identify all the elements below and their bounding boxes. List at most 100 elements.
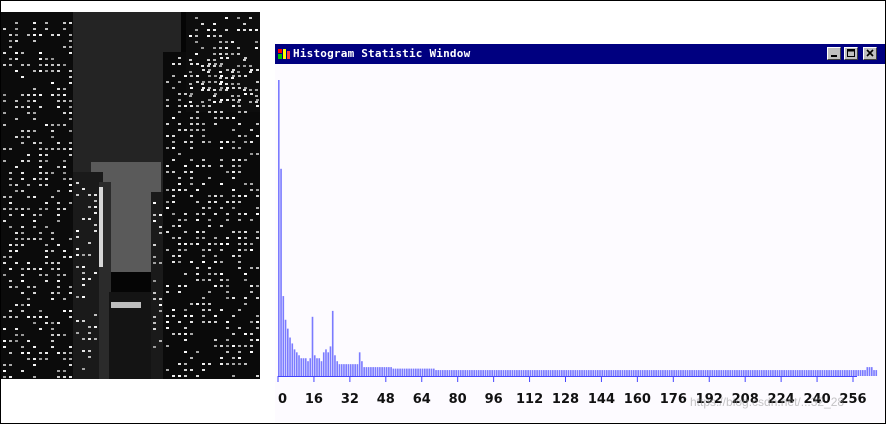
- window-light: [249, 17, 252, 19]
- window-light: [27, 316, 30, 318]
- maximize-button[interactable]: [844, 47, 858, 60]
- window-light: [208, 141, 211, 143]
- window-light: [226, 285, 229, 287]
- window-light: [238, 249, 241, 251]
- histogram-bar: [619, 370, 622, 376]
- window-light: [3, 160, 6, 162]
- window-light: [9, 352, 12, 354]
- city-night-photo: [1, 12, 260, 379]
- window-light: [45, 262, 48, 264]
- window-light: [190, 321, 193, 323]
- minimize-button[interactable]: [827, 47, 841, 60]
- window-light: [201, 83, 204, 85]
- window-light: [15, 106, 18, 108]
- window-light: [21, 160, 24, 162]
- window-light: [232, 195, 235, 197]
- window-light: [184, 315, 187, 317]
- window-light: [63, 208, 66, 210]
- window-light: [244, 141, 247, 143]
- app-icon[interactable]: [277, 47, 291, 61]
- histogram-bar: [441, 370, 444, 376]
- window-light: [196, 63, 199, 65]
- window-light: [69, 316, 72, 318]
- window-light: [190, 333, 193, 335]
- window-light: [238, 255, 241, 257]
- histogram-bar: [531, 370, 534, 376]
- window-light: [76, 296, 79, 298]
- window-light: [27, 298, 30, 300]
- window-light: [82, 368, 85, 370]
- window-light: [69, 376, 72, 378]
- x-tick-label: 96: [485, 392, 503, 407]
- title-bar[interactable]: Histogram Statistic Window: [275, 44, 885, 64]
- window-light: [232, 231, 235, 233]
- window-light: [172, 159, 175, 161]
- histogram-bars: [278, 80, 878, 376]
- window-light: [15, 190, 18, 192]
- window-light: [213, 35, 216, 37]
- window-light: [196, 213, 199, 215]
- window-light: [15, 100, 18, 102]
- window-light: [250, 351, 253, 353]
- window-light: [15, 208, 18, 210]
- window-light: [190, 171, 193, 173]
- window-light: [250, 153, 253, 155]
- window-light: [213, 65, 216, 67]
- histogram-bar: [448, 370, 451, 376]
- histogram-bar: [426, 368, 428, 376]
- window-light: [178, 99, 181, 101]
- window-light: [45, 202, 48, 204]
- window-light: [39, 184, 42, 186]
- window-light: [208, 99, 211, 101]
- histogram-bar: [552, 370, 554, 376]
- window-light: [45, 154, 48, 156]
- window-light: [190, 159, 193, 161]
- histogram-bar: [644, 370, 646, 376]
- window-light: [202, 237, 205, 239]
- histogram-bar: [455, 370, 458, 376]
- close-button[interactable]: [863, 47, 877, 60]
- histogram-bar: [707, 370, 709, 376]
- histogram-bar: [821, 370, 824, 376]
- histogram-bar: [623, 370, 626, 376]
- window-light: [190, 303, 193, 305]
- window-light: [69, 256, 72, 258]
- histogram-bar: [751, 370, 754, 376]
- histogram-bar: [578, 370, 581, 376]
- window-light: [213, 53, 216, 55]
- window-light: [256, 99, 259, 101]
- window-light: [159, 310, 162, 312]
- histogram-bar: [632, 370, 635, 376]
- window-light: [184, 231, 187, 233]
- window-light: [244, 231, 247, 233]
- histogram-bar: [295, 352, 298, 376]
- window-light: [208, 225, 211, 227]
- window-light: [15, 70, 18, 72]
- window-light: [88, 326, 91, 328]
- window-light: [76, 248, 79, 250]
- window-light: [250, 333, 253, 335]
- window-light: [202, 105, 205, 107]
- x-tick-label: 16: [305, 392, 323, 407]
- window-light: [3, 364, 6, 366]
- window-light: [63, 250, 66, 252]
- histogram-bar: [372, 367, 374, 376]
- histogram-bar: [837, 370, 839, 376]
- window-light: [57, 148, 60, 150]
- histogram-bar: [412, 368, 415, 376]
- window-light: [9, 214, 12, 216]
- window-light: [196, 375, 199, 377]
- window-light: [63, 88, 66, 90]
- window-light: [213, 101, 216, 103]
- window-light: [238, 237, 241, 239]
- histogram-bar: [675, 370, 678, 376]
- window-light: [184, 213, 187, 215]
- histogram-bar: [520, 370, 523, 376]
- window-light: [27, 304, 30, 306]
- window-light: [69, 286, 72, 288]
- window-light: [172, 195, 175, 197]
- histogram-bar: [648, 370, 651, 376]
- window-light: [88, 218, 91, 220]
- histogram-bar: [704, 370, 707, 376]
- window-light: [27, 136, 30, 138]
